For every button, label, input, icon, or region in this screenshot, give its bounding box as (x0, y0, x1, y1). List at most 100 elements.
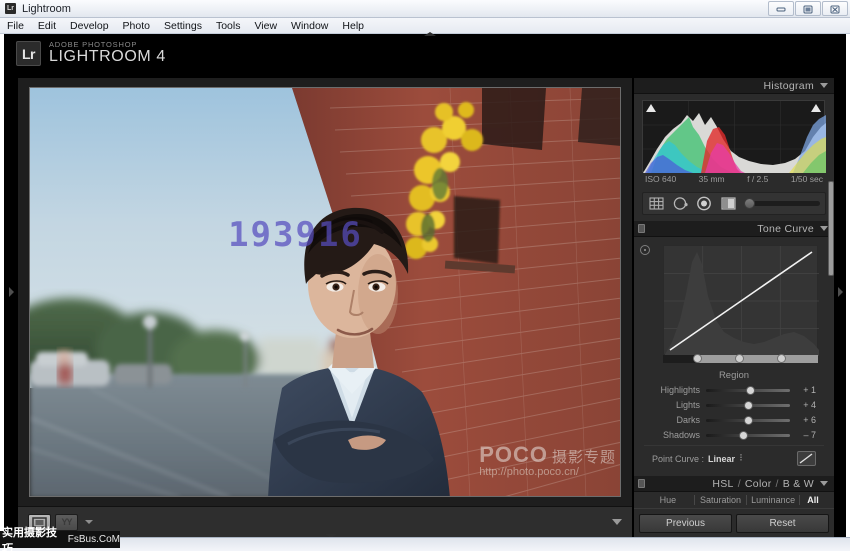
slider-track[interactable] (706, 430, 790, 440)
maximize-button[interactable] (795, 1, 821, 16)
crop-overlay-icon[interactable] (648, 196, 665, 211)
tone-curve-section: Region Highlights + 1 Lights + 4 Darks +… (634, 237, 834, 476)
spot-removal-icon[interactable] (672, 196, 689, 211)
chevron-right-icon (8, 287, 14, 297)
tone-curve-range-splitter[interactable] (663, 354, 818, 363)
hsl-tab-row: Hue Saturation Luminance All (634, 492, 834, 509)
hsl-title[interactable]: HSL (712, 478, 733, 490)
targeted-adjustment-tool-icon[interactable] (640, 245, 650, 255)
window-titlebar: Lr Lightroom (0, 0, 850, 18)
lr-logo-icon: Lr (16, 41, 41, 66)
exif-readout: ISO 640 35 mm f / 2.5 1/50 sec (642, 172, 826, 188)
slider-knob[interactable] (745, 385, 755, 395)
photo-preview[interactable]: 193916 POCO 摄影专题 http://photo.poco.cn/ (29, 87, 621, 497)
menu-settings[interactable]: Settings (164, 20, 202, 32)
chevron-down-icon[interactable] (820, 481, 828, 486)
exif-focal: 35 mm (698, 174, 725, 184)
slider-value: + 1 (803, 385, 816, 395)
tab-all[interactable]: All (800, 495, 826, 505)
hsl-separator: / (775, 477, 779, 490)
content-area: 193916 POCO 摄影专题 http://photo.poco.cn/ YY (4, 78, 846, 538)
tab-luminance[interactable]: Luminance (747, 495, 799, 505)
slider-knob[interactable] (744, 415, 753, 425)
develop-tool-strip (642, 192, 826, 215)
tone-curve-panel-header[interactable]: Tone Curve (634, 221, 834, 237)
tone-curve-graph[interactable] (663, 245, 819, 356)
slider-shadows[interactable]: Shadows – 7 (644, 429, 824, 441)
minimize-button[interactable] (768, 1, 794, 16)
point-curve-dropdown-icon[interactable]: ⠇ (739, 453, 746, 464)
panel-enable-switch[interactable] (638, 479, 645, 488)
point-curve-value[interactable]: Linear (708, 454, 735, 464)
brush-size-knob[interactable] (744, 198, 755, 209)
region-label: Region (718, 370, 750, 381)
midtone-split-handle[interactable] (735, 354, 744, 363)
point-curve-edit-icon[interactable] (797, 451, 816, 466)
photo-stage: 193916 POCO 摄影专题 http://photo.poco.cn/ (18, 78, 632, 506)
histogram-section: ISO 640 35 mm f / 2.5 1/50 sec (634, 94, 834, 190)
slider-highlights[interactable]: Highlights + 1 (644, 384, 824, 396)
chevron-down-icon[interactable] (820, 83, 828, 88)
right-panel-collapse-handle[interactable] (834, 78, 846, 506)
color-title[interactable]: Color (745, 478, 772, 490)
slider-track[interactable] (706, 415, 790, 425)
point-curve-row: Point Curve : Linear ⠇ (644, 445, 824, 472)
histogram-title: Histogram (763, 79, 814, 92)
slider-knob[interactable] (738, 430, 748, 440)
hsl-separator: / (737, 477, 741, 490)
left-panel-collapse-handle[interactable] (4, 78, 18, 506)
menu-help[interactable]: Help (342, 20, 364, 32)
panel-action-buttons: Previous Reset (634, 509, 834, 537)
menu-view[interactable]: View (254, 20, 277, 32)
slider-label: Lights (675, 400, 700, 410)
slider-track[interactable] (706, 400, 790, 410)
slider-track[interactable] (706, 385, 790, 395)
highlight-split-handle[interactable] (777, 354, 786, 363)
highlight-clipping-indicator[interactable] (811, 104, 821, 112)
close-button[interactable] (822, 1, 848, 16)
center-pane: 193916 POCO 摄影专题 http://photo.poco.cn/ YY (18, 78, 632, 538)
histogram-panel-header[interactable]: Histogram (634, 78, 834, 94)
point-curve-label: Point Curve : (652, 453, 705, 464)
chevron-down-icon[interactable] (85, 520, 93, 524)
menu-window[interactable]: Window (291, 20, 328, 32)
slider-darks[interactable]: Darks + 6 (644, 414, 824, 426)
menu-develop[interactable]: Develop (70, 20, 109, 32)
shadow-split-handle[interactable] (693, 354, 702, 363)
window-bottom-edge (0, 537, 850, 551)
hsl-panel-header[interactable]: HSL / Color / B & W (634, 476, 834, 492)
previous-button[interactable]: Previous (639, 513, 732, 533)
menu-file[interactable]: File (7, 20, 24, 32)
histogram-graph[interactable] (642, 100, 826, 173)
window-title: Lightroom (22, 2, 71, 15)
reset-button[interactable]: Reset (736, 513, 829, 533)
slider-label: Shadows (662, 430, 700, 440)
tab-saturation[interactable]: Saturation (695, 495, 747, 505)
top-panel-collapse-arrow[interactable] (424, 32, 436, 36)
graduated-filter-icon[interactable] (720, 196, 737, 211)
fsbus-watermark: 实用摄影技巧 FsBus.CoM (0, 527, 120, 551)
panel-enable-switch[interactable] (638, 224, 645, 233)
identity-plate[interactable]: Lr ADOBE PHOTOSHOP LIGHTROOM 4 (16, 41, 166, 66)
tone-curve-title: Tone Curve (757, 222, 814, 235)
identity-line2: LIGHTROOM 4 (49, 48, 166, 66)
slider-lights[interactable]: Lights + 4 (644, 399, 824, 411)
menu-photo[interactable]: Photo (123, 20, 150, 32)
tab-hue[interactable]: Hue (642, 495, 694, 505)
chevron-right-icon (837, 287, 843, 297)
slider-value: + 6 (803, 415, 816, 425)
shadow-clipping-indicator[interactable] (646, 104, 656, 112)
toolbar-options-chevron-icon[interactable] (612, 519, 622, 525)
brush-size-slider[interactable] (744, 198, 820, 209)
fsbus-watermark-cn: 实用摄影技巧 (2, 526, 57, 551)
slider-knob[interactable] (744, 400, 753, 410)
chevron-down-icon[interactable] (820, 226, 828, 231)
exif-iso: ISO 640 (645, 174, 677, 184)
red-eye-icon[interactable] (696, 196, 713, 211)
slider-label: Darks (676, 415, 700, 425)
right-panel: Histogram ISO 640 35 mm f / 2.5 1/50 sec… (634, 78, 834, 537)
exif-aperture: f / 2.5 (747, 174, 769, 184)
menu-tools[interactable]: Tools (216, 20, 241, 32)
bw-title[interactable]: B & W (783, 478, 814, 490)
menu-edit[interactable]: Edit (38, 20, 56, 32)
